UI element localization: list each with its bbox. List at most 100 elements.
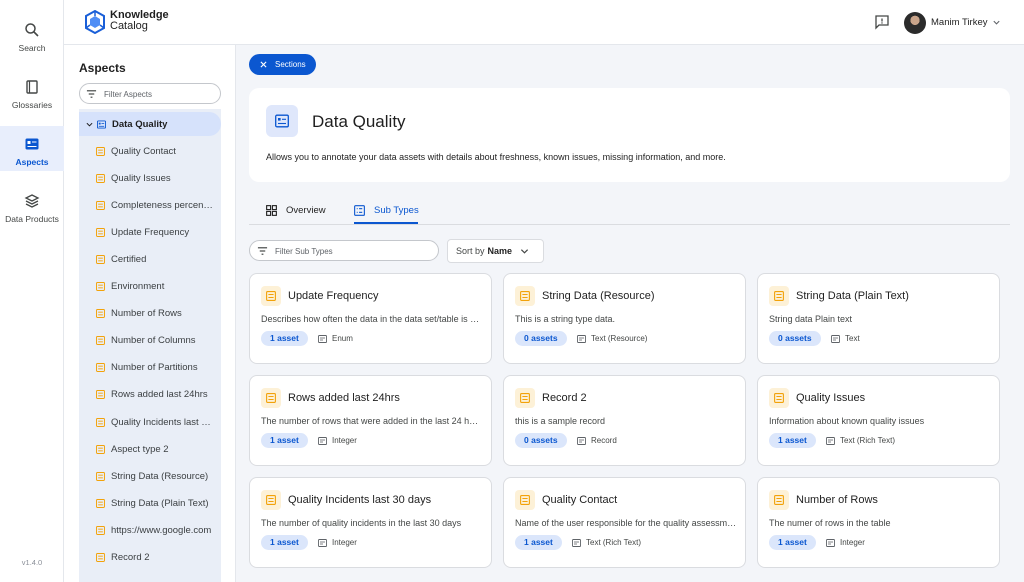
sub-type-card[interactable]: String Data (Plain Text) String data Plai… (757, 273, 1000, 364)
rail-aspects[interactable]: Aspects (0, 126, 64, 171)
tree-item[interactable]: Record 2 (79, 546, 221, 570)
tab-overview[interactable]: Overview (266, 196, 326, 224)
sub-type-card[interactable]: Rows added last 24hrs The number of rows … (249, 375, 492, 466)
list-icon (520, 291, 530, 301)
tree-item[interactable]: Completeness percentage (79, 193, 221, 217)
sub-type-icon-box (261, 388, 281, 408)
filter-icon (257, 247, 268, 255)
feedback-icon[interactable] (874, 14, 890, 30)
tree-item[interactable]: Quality Incidents last 30 days (79, 410, 221, 434)
sub-type-data-type-label: Text (Rich Text) (586, 538, 641, 547)
sort-dropdown[interactable]: Sort by Name (447, 239, 544, 263)
list-icon (96, 200, 105, 210)
knowledge-catalog-logo-icon[interactable] (84, 10, 106, 34)
sub-type-description: Describes how often the data in the data… (261, 314, 483, 324)
tree-item[interactable]: Number of Partitions (79, 356, 221, 380)
tree-item-label: Quality Issues (111, 172, 171, 184)
tree-item[interactable]: Aspect type 2 (79, 437, 221, 461)
list-icon (96, 146, 105, 156)
asset-count-badge[interactable]: 1 asset (515, 535, 562, 550)
list-icon (96, 444, 105, 454)
chevron-down-icon (520, 248, 529, 254)
sub-type-card[interactable]: Quality Issues Information about known qu… (757, 375, 1000, 466)
filter-sub-types-field[interactable] (249, 240, 439, 261)
sub-type-data-type: Enum (318, 331, 353, 346)
sections-chip[interactable]: Sections (249, 54, 316, 75)
asset-count-badge[interactable]: 0 assets (515, 433, 567, 448)
list-icon (96, 254, 105, 264)
rail-glossaries[interactable]: Glossaries (0, 75, 64, 119)
tree-item[interactable]: Number of Rows (79, 302, 221, 326)
sub-type-data-type: Text (Rich Text) (826, 433, 895, 448)
sub-type-card[interactable]: Update Frequency Describes how often the … (249, 273, 492, 364)
list-icon (96, 309, 105, 319)
user-name[interactable]: Manim Tirkey (931, 17, 987, 28)
sub-type-card[interactable]: Number of Rows The numer of rows in the t… (757, 477, 1000, 568)
sub-type-data-type: Integer (826, 535, 865, 550)
sub-type-data-type-label: Text (Rich Text) (840, 436, 895, 445)
sub-type-description: The number of rows that were added in th… (261, 416, 483, 426)
sub-type-title: Rows added last 24hrs (288, 392, 400, 404)
tree-item[interactable]: String Data (Plain Text) (79, 491, 221, 515)
sub-type-description: Information about known quality issues (769, 416, 925, 426)
sub-type-data-type: Text (Resource) (577, 331, 647, 346)
filter-aspects-input[interactable] (104, 87, 214, 101)
tree-item[interactable]: Quality Issues (79, 166, 221, 190)
tree-item-label: Quality Contact (111, 145, 176, 157)
brand-line-2: Catalog (110, 20, 148, 32)
tree-item[interactable]: Number of Columns (79, 329, 221, 353)
tree-item-label: https://www.google.com (111, 524, 212, 536)
filter-aspects-field[interactable] (79, 83, 221, 104)
tab-sub-types[interactable]: Sub Types (354, 196, 419, 224)
tree-item[interactable]: https://www.google.com (79, 518, 221, 542)
active-tab-indicator (354, 222, 418, 224)
tree-item[interactable]: Environment (79, 275, 221, 299)
asset-count-badge[interactable]: 1 asset (261, 331, 308, 346)
rail-data-products[interactable]: Data Products (0, 189, 64, 233)
asset-count-badge[interactable]: 1 asset (261, 433, 308, 448)
asset-count-badge[interactable]: 1 asset (769, 535, 816, 550)
tree-item[interactable]: Update Frequency (79, 220, 221, 244)
sub-type-card[interactable]: Record 2 this is a sample record 0 assets R… (503, 375, 746, 466)
sub-type-icon-box (515, 388, 535, 408)
sub-type-data-type-label: Enum (332, 334, 353, 343)
tree-item-label: Number of Columns (111, 335, 196, 347)
sub-type-card[interactable]: Quality Incidents last 30 days The number… (249, 477, 492, 568)
sub-type-card[interactable]: String Data (Resource) This is a string t… (503, 273, 746, 364)
sub-type-card[interactable]: Quality Contact Name of the user responsi… (503, 477, 746, 568)
aspect-header-card: Data Quality Allows you to annotate your… (249, 88, 1010, 182)
tree-item-data-quality[interactable]: Data Quality (79, 112, 221, 136)
tree-item[interactable]: Rows added last 24hrs (79, 383, 221, 407)
list-icon (96, 173, 105, 183)
sub-types-grid: Update Frequency Describes how often the … (249, 273, 1001, 582)
top-bar: Knowledge Catalog Manim Tirkey (64, 0, 1024, 45)
chevron-down-icon[interactable] (86, 121, 93, 128)
sub-type-title: Quality Incidents last 30 days (288, 494, 432, 506)
dashboard-icon (266, 204, 277, 216)
tree-item[interactable]: Quality Contact (79, 139, 221, 163)
sub-type-description: String data Plain text (769, 314, 853, 324)
close-icon[interactable] (260, 61, 267, 68)
tree-item-label: Aspect type 2 (111, 443, 169, 455)
search-icon (25, 23, 39, 37)
data-type-icon (318, 436, 327, 445)
list-icon (96, 471, 105, 481)
rail-label: Data Products (5, 214, 59, 224)
list-icon (266, 291, 276, 301)
asset-count-badge[interactable]: 1 asset (769, 433, 816, 448)
tree-item[interactable]: String Data (Resource) (79, 464, 221, 488)
app-brand: Knowledge Catalog (110, 10, 169, 32)
list-icon (354, 204, 365, 216)
tree-item-label: Quality Incidents last 30 days (111, 416, 215, 428)
tree-item[interactable]: Certified (79, 247, 221, 271)
sections-chip-label: Sections (275, 60, 306, 69)
chevron-down-icon[interactable] (992, 18, 1001, 27)
asset-count-badge[interactable]: 1 asset (261, 535, 308, 550)
sub-type-data-type: Text (Rich Text) (572, 535, 641, 550)
asset-count-badge[interactable]: 0 assets (769, 331, 821, 346)
avatar[interactable] (904, 12, 926, 34)
rail-search[interactable]: Search (0, 18, 64, 62)
filter-sub-types-input[interactable] (275, 244, 433, 258)
asset-count-badge[interactable]: 0 assets (515, 331, 567, 346)
list-icon (96, 363, 105, 373)
